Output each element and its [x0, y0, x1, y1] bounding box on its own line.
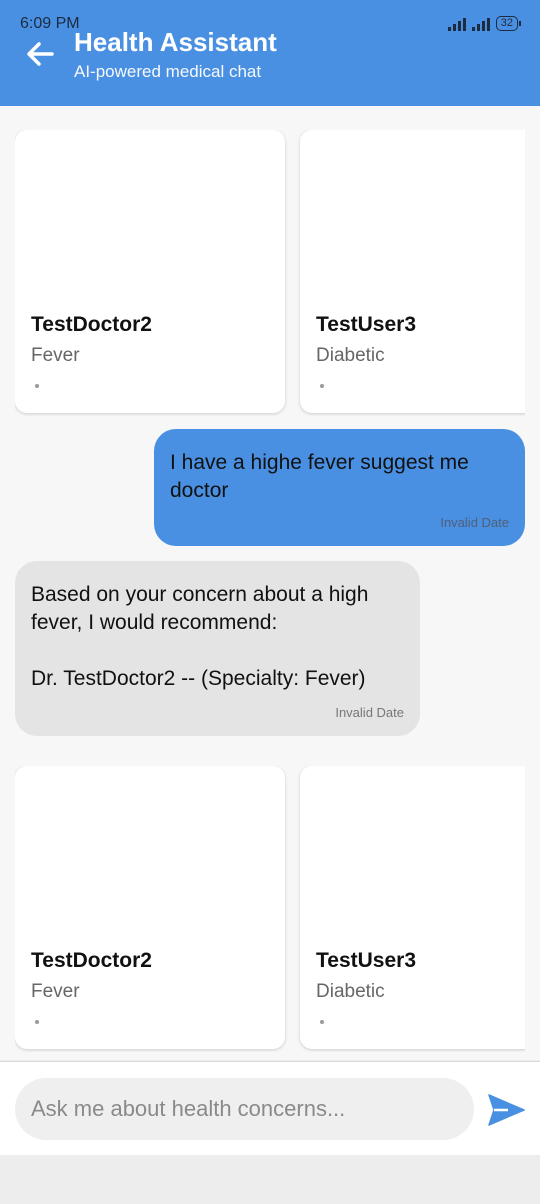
page-subtitle: AI-powered medical chat — [74, 62, 262, 81]
message-input[interactable] — [15, 1078, 474, 1140]
system-nav-area — [0, 1155, 540, 1204]
doctor-specialty: Fever — [31, 345, 80, 366]
message-text: I have a highe fever suggest me doctor — [170, 451, 469, 502]
message-timestamp: Invalid Date — [335, 705, 404, 720]
bot-message: Based on your concern about a high fever… — [15, 561, 420, 736]
doctor-name: TestUser3 — [316, 313, 416, 336]
doctor-name: TestDoctor2 — [31, 313, 152, 336]
arrow-left-icon[interactable] — [24, 38, 56, 70]
status-time: 6:09 PM — [20, 15, 80, 32]
doctor-specialty: Diabetic — [316, 345, 385, 366]
user-message: I have a highe fever suggest me doctor I… — [154, 429, 525, 546]
signal-icon-2 — [471, 17, 490, 31]
doctor-card[interactable]: TestDoctor2 Fever — [15, 766, 285, 1049]
send-icon[interactable] — [486, 1092, 526, 1128]
doctor-card[interactable]: TestDoctor2 Fever — [15, 130, 285, 413]
message-timestamp: Invalid Date — [440, 515, 509, 530]
doctor-specialty: Fever — [31, 981, 80, 1002]
doctor-card[interactable]: TestUser3 Diabetic — [300, 130, 525, 413]
message-text: Based on your concern about a high fever… — [31, 583, 369, 690]
doctor-specialty: Diabetic — [316, 981, 385, 1002]
doctor-card[interactable]: TestUser3 Diabetic — [300, 766, 525, 1049]
card-dot — [320, 1020, 324, 1024]
doctor-name: TestDoctor2 — [31, 949, 152, 972]
doctor-card-row[interactable]: TestDoctor2 Fever TestUser3 Diabetic — [15, 766, 525, 1052]
card-dot — [320, 384, 324, 388]
page-title: Health Assistant — [74, 27, 277, 57]
chat-area[interactable]: TestDoctor2 Fever TestUser3 Diabetic I h… — [0, 106, 540, 1060]
doctor-card-row[interactable]: TestDoctor2 Fever TestUser3 Diabetic — [15, 130, 525, 416]
app-header: 6:09 PM 32 Health Assistant AI-powered m… — [0, 0, 540, 106]
input-bar — [0, 1061, 540, 1155]
battery-icon: 32 — [495, 16, 522, 31]
status-icons: 32 — [447, 16, 522, 31]
card-dot — [35, 1020, 39, 1024]
card-dot — [35, 384, 39, 388]
signal-icon — [447, 17, 466, 31]
doctor-name: TestUser3 — [316, 949, 416, 972]
